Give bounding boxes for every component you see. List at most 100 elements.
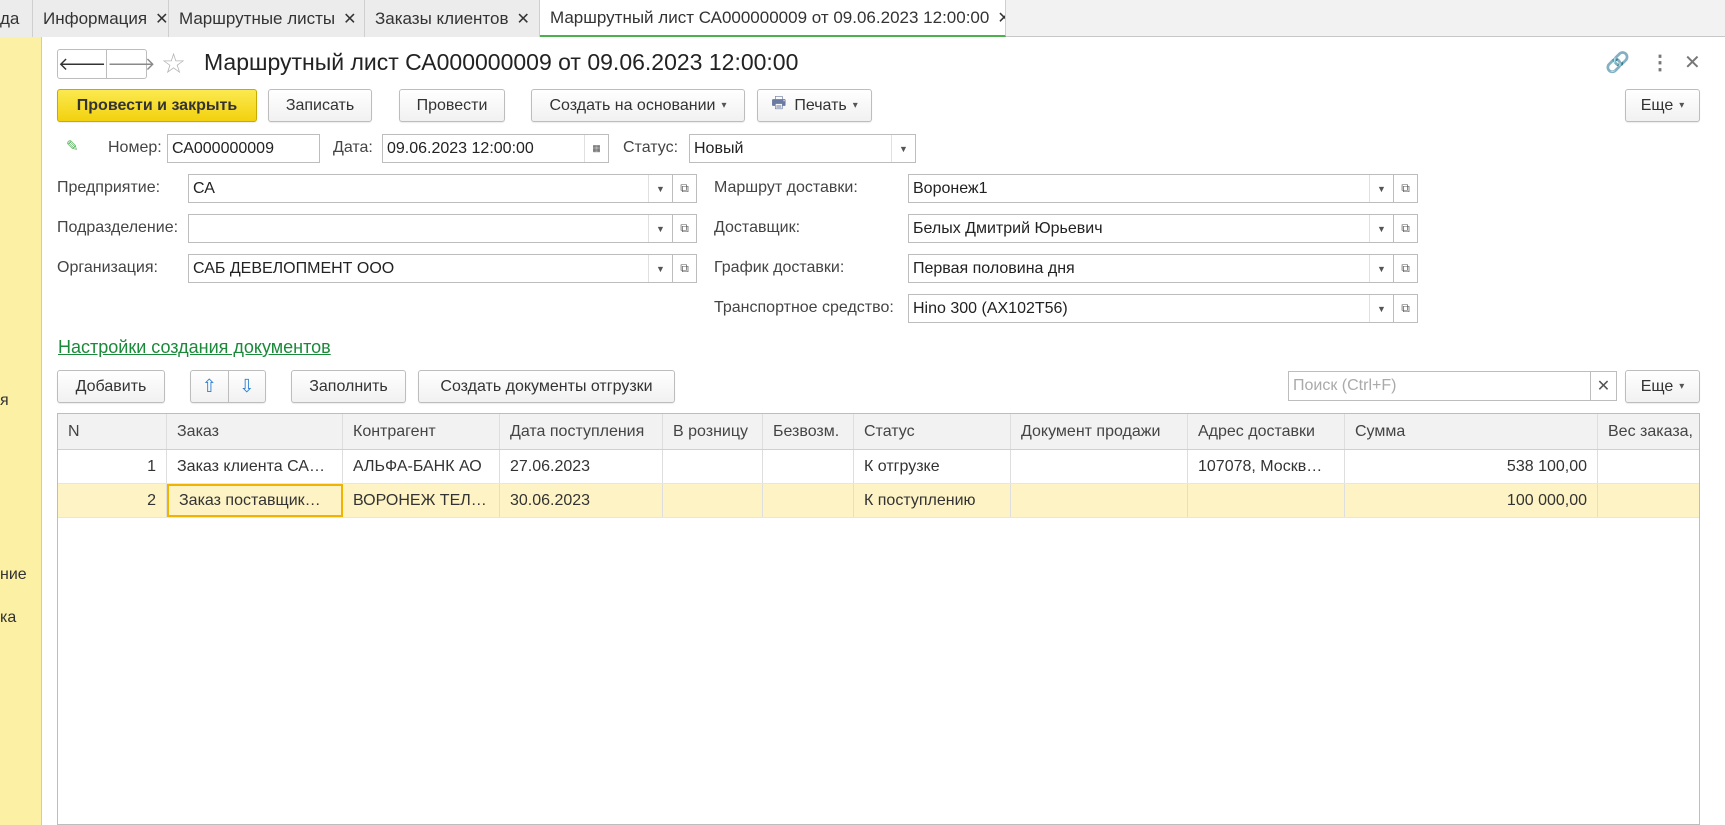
favorite-star-icon[interactable]: ☆ [161, 47, 186, 80]
calendar-icon[interactable]: ▦ [584, 135, 608, 162]
post-and-close-button[interactable]: Провести и закрыть [57, 89, 257, 122]
address-cell[interactable] [1188, 484, 1345, 517]
route-field[interactable]: Воронеж1 ▼ [908, 174, 1394, 203]
chevron-down-icon[interactable]: ▼ [1369, 255, 1393, 282]
carrier-field[interactable]: Белых Дмитрий Юрьевич ▼ [908, 214, 1394, 243]
order-cell[interactable]: Заказ клиента СА… [167, 450, 343, 483]
open-icon[interactable]: ⧉ [1394, 254, 1418, 283]
tab-route-sheets[interactable]: Маршрутные листы ✕ [169, 0, 365, 37]
close-icon[interactable]: ✕ [155, 9, 168, 29]
chevron-down-icon[interactable]: ▼ [648, 215, 672, 242]
chevron-down-icon[interactable]: ▼ [648, 255, 672, 282]
column-header[interactable]: Вес заказа, [1598, 414, 1699, 449]
order-cell[interactable]: Заказ поставщик… [167, 484, 343, 517]
fill-button[interactable]: Заполнить [291, 370, 406, 403]
counterparty-cell[interactable]: АЛЬФА-БАНК АО [343, 450, 500, 483]
button-label: Создать документы отгрузки [440, 377, 653, 395]
arrival-date-cell[interactable]: 30.06.2023 [500, 484, 663, 517]
open-icon[interactable]: ⧉ [1394, 214, 1418, 243]
post-button[interactable]: Провести [399, 89, 505, 122]
table-row[interactable]: 1 Заказ клиента СА… АЛЬФА-БАНК АО 27.06.… [58, 450, 1699, 484]
column-header[interactable]: Контрагент [343, 414, 500, 449]
weight-cell[interactable] [1598, 450, 1699, 483]
sum-cell[interactable]: 538 100,00 [1345, 450, 1598, 483]
tab-label: Маршрутные листы [179, 8, 336, 28]
status-select[interactable]: Новый ▼ [689, 134, 916, 163]
number-field[interactable]: СА000000009 [167, 134, 320, 163]
tab-label: да [0, 8, 20, 28]
create-based-on-button[interactable]: Создать на основании ▾ [531, 89, 745, 122]
tab-customer-orders[interactable]: Заказы клиентов ✕ [365, 0, 540, 37]
close-icon[interactable]: ✕ [1684, 50, 1701, 75]
column-header[interactable]: Безвозм. [763, 414, 854, 449]
column-header[interactable]: Заказ [167, 414, 343, 449]
print-button[interactable]: 🖶 Печать ▾ [757, 89, 872, 122]
document-settings-link[interactable]: Настройки создания документов [58, 337, 331, 358]
tab-route-sheet-doc[interactable]: Маршрутный лист СА000000009 от 09.06.202… [540, 0, 1006, 37]
back-button[interactable]: 🡐 [58, 50, 106, 78]
open-icon[interactable]: ⧉ [673, 174, 697, 203]
more-button[interactable]: Еще ▾ [1625, 89, 1700, 122]
free-cell[interactable] [763, 450, 854, 483]
retail-cell[interactable] [663, 450, 763, 483]
section-item[interactable]: я [0, 392, 9, 410]
column-header[interactable]: Документ продажи [1011, 414, 1188, 449]
chevron-down-icon[interactable]: ▼ [1369, 175, 1393, 202]
sale-doc-cell[interactable] [1011, 450, 1188, 483]
column-header[interactable]: Статус [854, 414, 1011, 449]
move-buttons: ⇧ ⇩ [190, 370, 266, 403]
department-label: Подразделение: [57, 219, 179, 236]
move-up-icon[interactable]: ⇧ [191, 371, 228, 402]
table-more-button[interactable]: Еще ▾ [1625, 370, 1700, 403]
close-icon[interactable]: ✕ [343, 9, 356, 29]
close-icon[interactable]: ✕ [997, 8, 1005, 28]
tab-information[interactable]: Информация ✕ [33, 0, 169, 37]
open-icon[interactable]: ⧉ [673, 254, 697, 283]
create-shipping-docs-button[interactable]: Создать документы отгрузки [418, 370, 675, 403]
open-icon[interactable]: ⧉ [1394, 294, 1418, 323]
save-button[interactable]: Записать [268, 89, 372, 122]
more-vertical-icon[interactable]: ⋮ [1650, 50, 1670, 75]
column-header[interactable]: N [58, 414, 167, 449]
tab-partial[interactable]: да [0, 0, 33, 37]
clear-search-icon[interactable]: ✕ [1590, 372, 1616, 400]
move-down-icon[interactable]: ⇩ [227, 371, 266, 402]
orders-table[interactable]: N Заказ Контрагент Дата поступления В ро… [57, 413, 1700, 825]
column-header[interactable]: В розницу [663, 414, 763, 449]
sale-doc-cell[interactable] [1011, 484, 1188, 517]
arrival-date-cell[interactable]: 27.06.2023 [500, 450, 663, 483]
forward-button[interactable]: 🡒 [106, 50, 156, 78]
close-icon[interactable]: ✕ [517, 9, 530, 29]
chevron-down-icon[interactable]: ▼ [891, 135, 915, 162]
column-header[interactable]: Адрес доставки [1188, 414, 1345, 449]
open-icon[interactable]: ⧉ [673, 214, 697, 243]
section-item[interactable]: ние [0, 566, 27, 584]
free-cell[interactable] [763, 484, 854, 517]
date-field[interactable]: 09.06.2023 12:00:00 ▦ [382, 134, 609, 163]
button-label: Записать [285, 96, 355, 114]
add-button[interactable]: Добавить [57, 370, 165, 403]
section-item[interactable]: ка [0, 609, 16, 627]
retail-cell[interactable] [663, 484, 763, 517]
status-cell[interactable]: К поступлению [854, 484, 1011, 517]
status-cell[interactable]: К отгрузке [854, 450, 1011, 483]
enterprise-field[interactable]: СА ▼ [188, 174, 673, 203]
schedule-field[interactable]: Первая половина дня ▼ [908, 254, 1394, 283]
organization-field[interactable]: САБ ДЕВЕЛОПМЕНТ ООО ▼ [188, 254, 673, 283]
column-header[interactable]: Дата поступления [500, 414, 663, 449]
sum-cell[interactable]: 100 000,00 [1345, 484, 1598, 517]
counterparty-cell[interactable]: ВОРОНЕЖ ТЕЛ… [343, 484, 500, 517]
link-icon[interactable]: 🔗 [1605, 50, 1630, 75]
search-input[interactable]: Поиск (Ctrl+F) ✕ [1288, 371, 1617, 401]
chevron-down-icon[interactable]: ▼ [1369, 295, 1393, 322]
chevron-down-icon[interactable]: ▼ [1369, 215, 1393, 242]
weight-cell[interactable] [1598, 484, 1699, 517]
department-field[interactable]: ▼ [188, 214, 673, 243]
chevron-down-icon[interactable]: ▼ [648, 175, 672, 202]
column-header[interactable]: Сумма [1345, 414, 1598, 449]
field-value: САБ ДЕВЕЛОПМЕНТ ООО [193, 259, 395, 277]
vehicle-field[interactable]: Hino 300 (АХ102Т56) ▼ [908, 294, 1394, 323]
address-cell[interactable]: 107078, Москв… [1188, 450, 1345, 483]
open-icon[interactable]: ⧉ [1394, 174, 1418, 203]
table-row[interactable]: 2 Заказ поставщик… ВОРОНЕЖ ТЕЛ… 30.06.20… [58, 484, 1699, 518]
